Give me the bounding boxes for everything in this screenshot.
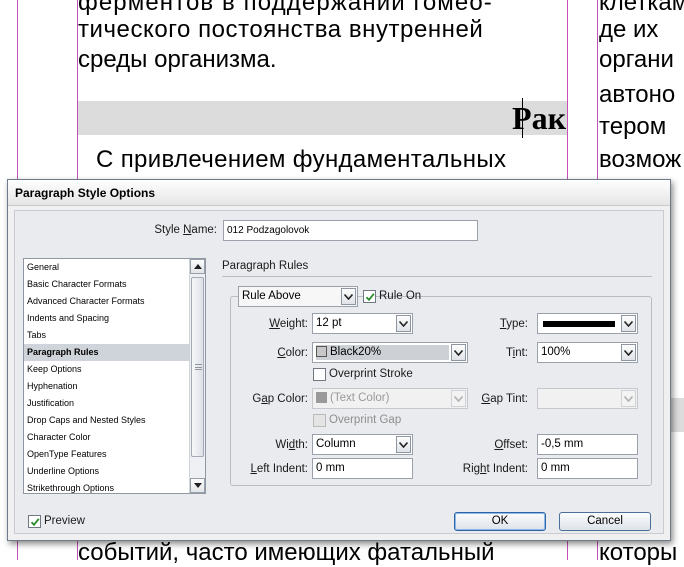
weight-combo[interactable]: 12 pt (312, 313, 413, 334)
chevron-down-icon (451, 344, 466, 361)
list-item[interactable]: Tabs (24, 327, 189, 344)
doc-line: среды организма. (78, 46, 277, 73)
heading-shading (78, 101, 567, 135)
gap-color-value: (Text Color) (330, 392, 390, 404)
rule-on-checkbox[interactable] (363, 290, 376, 303)
style-name-input[interactable]: 012 Podzagolovok (223, 220, 478, 241)
list-item[interactable]: Basic Character Formats (24, 276, 189, 293)
type-label: Type: (499, 318, 528, 330)
weight-value: 12 pt (316, 317, 342, 329)
list-item[interactable]: OpenType Features (24, 446, 189, 463)
overprint-gap-checkbox[interactable] (313, 414, 326, 427)
list-item[interactable]: Strikethrough Options (24, 480, 189, 493)
tint-label: Tint: (506, 347, 528, 359)
left-indent-input[interactable]: 0 mm (312, 458, 413, 479)
scroll-up-icon[interactable] (190, 259, 205, 274)
swatch-icon (316, 346, 327, 357)
grip-icon (195, 364, 202, 370)
doc-heading: Рак (512, 100, 566, 136)
width-label: Width: (275, 439, 308, 451)
list-item-selected[interactable]: Paragraph Rules (24, 344, 189, 361)
gap-color-label: Gap Color: (252, 393, 308, 405)
offset-label: Offset: (494, 439, 528, 451)
chevron-down-icon (621, 390, 636, 407)
doc-line: возмож (599, 146, 682, 173)
doc-line: органи (599, 46, 674, 73)
list-item[interactable]: Drop Caps and Nested Styles (24, 412, 189, 429)
doc-line: тером (599, 113, 667, 140)
doc-line: которы (599, 539, 678, 566)
chevron-down-icon (396, 315, 411, 332)
doc-line: событий, часто имеющих фатальный (78, 539, 495, 566)
list-item[interactable]: General (24, 259, 189, 276)
weight-label: Weight: (269, 318, 308, 330)
doc-line: автоно (599, 81, 676, 108)
list-item[interactable]: Character Color (24, 429, 189, 446)
color-value: Black20% (330, 346, 382, 358)
gap-color-combo[interactable]: (Text Color) (312, 388, 468, 409)
list-item[interactable]: Justification (24, 395, 189, 412)
preview-checkbox[interactable] (28, 515, 41, 528)
rule-select[interactable]: Rule Above (238, 286, 358, 307)
width-value: Column (316, 438, 356, 450)
doc-line: С привлечением фундаментальных (96, 146, 507, 173)
section-title: Paragraph Rules (222, 260, 309, 272)
color-combo[interactable]: Black20% (312, 342, 468, 363)
category-list[interactable]: General Basic Character Formats Advanced… (23, 258, 206, 494)
doc-line: тического постоянства внутренней (78, 16, 484, 43)
cancel-button[interactable]: Cancel (559, 512, 651, 531)
list-item[interactable]: Underline Options (24, 463, 189, 480)
ok-button[interactable]: OK (454, 512, 546, 531)
list-item[interactable]: Keep Options (24, 361, 189, 378)
list-scrollbar[interactable] (189, 259, 205, 493)
scroll-thumb[interactable] (191, 277, 204, 457)
swatch-icon (316, 392, 327, 403)
width-combo[interactable]: Column (312, 434, 413, 455)
list-item[interactable]: Advanced Character Formats (24, 293, 189, 310)
right-indent-input[interactable]: 0 mm (537, 458, 638, 479)
overprint-gap-label: Overprint Gap (329, 414, 402, 426)
chevron-down-icon (621, 344, 636, 361)
gap-tint-combo[interactable] (537, 388, 638, 409)
section-divider (222, 276, 652, 277)
doc-line: де их (599, 16, 659, 43)
solid-line-swatch (543, 321, 615, 327)
chevron-down-icon (341, 288, 356, 305)
scroll-down-icon[interactable] (190, 478, 205, 493)
dialog-title: Paragraph Style Options (8, 180, 670, 206)
gap-tint-label: Gap Tint: (481, 393, 528, 405)
offset-input[interactable]: -0,5 mm (537, 434, 638, 455)
list-item[interactable]: Indents and Spacing (24, 310, 189, 327)
right-indent-label: Right Indent: (462, 463, 528, 475)
style-name-label: Style Name: (154, 224, 217, 236)
check-icon (30, 517, 40, 526)
overprint-stroke-label: Overprint Stroke (329, 368, 413, 380)
rule-select-value: Rule Above (242, 290, 301, 302)
rule-on-label: Rule On (379, 290, 422, 302)
color-label: Color: (277, 347, 308, 359)
chevron-down-icon (396, 436, 411, 453)
check-icon (365, 292, 375, 301)
type-combo[interactable] (537, 313, 638, 334)
tint-value: 100% (541, 346, 571, 358)
left-indent-label: Left Indent: (250, 463, 308, 475)
chevron-down-icon (621, 315, 636, 332)
overprint-stroke-checkbox[interactable] (313, 368, 326, 381)
preview-label: Preview (44, 515, 85, 527)
list-item[interactable]: Hyphenation (24, 378, 189, 395)
tint-combo[interactable]: 100% (537, 342, 638, 363)
